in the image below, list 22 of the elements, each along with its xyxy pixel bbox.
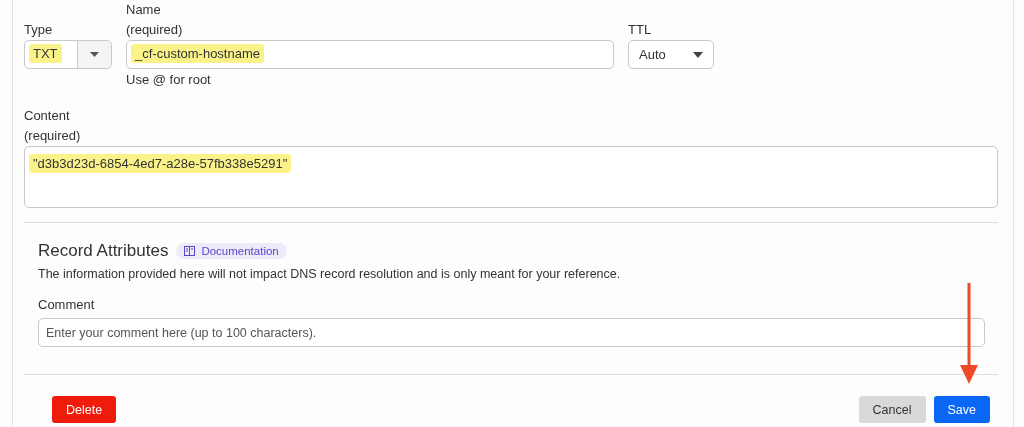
ttl-select[interactable]: Auto — [628, 40, 714, 69]
required-note: (required) — [24, 127, 82, 145]
field-label: TTL — [628, 21, 653, 39]
delete-button[interactable]: Delete — [52, 396, 117, 423]
cancel-button[interactable]: Cancel — [858, 396, 926, 423]
hint-text: Use @ for root — [126, 72, 212, 88]
section-title: Record Attributes — [38, 241, 169, 261]
field-label: Comment — [38, 296, 96, 314]
book-icon — [184, 246, 196, 256]
required-note: (required) — [126, 21, 184, 39]
type-select[interactable]: TXT — [24, 40, 112, 69]
comment-input[interactable]: Enter your comment here (up to 100 characters). — [38, 318, 985, 347]
description-text: The information provided here will not impact DNS record resolution and is only meant for your reference. — [38, 267, 622, 281]
name-input[interactable]: _cf-custom-hostname — [126, 40, 614, 69]
field-label: Name — [126, 1, 162, 19]
documentation-link[interactable]: Documentation — [176, 243, 287, 259]
caret-icon — [90, 52, 99, 57]
content-textarea[interactable]: "d3b3d23d-6854-4ed7-a28e-57fb338e5291" — [24, 146, 998, 208]
field-label: Content — [24, 107, 71, 125]
save-button[interactable]: Save — [933, 396, 990, 423]
caret-icon — [693, 51, 703, 58]
field-label: Type — [24, 21, 54, 39]
